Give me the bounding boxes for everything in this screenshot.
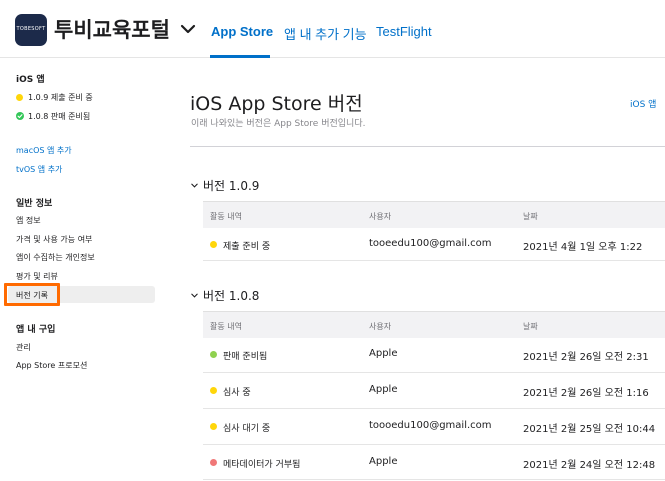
column-header-date: 날짜: [523, 212, 538, 221]
page-title: iOS App Store 버전: [190, 93, 363, 115]
activity-user: Apple: [369, 456, 398, 467]
table-row[interactable]: 판매 준비됨 Apple 2021년 2월 26일 오전 2:31: [203, 338, 665, 373]
sidebar-item-label: 1.0.8 판매 준비됨: [28, 112, 91, 121]
column-header-user: 사용자: [369, 212, 392, 221]
highlight-annotation-box: [4, 283, 60, 306]
green-check-icon: [16, 112, 24, 120]
sidebar-item-ratings-reviews[interactable]: 평가 및 리뷰: [16, 271, 58, 282]
version-label: 버전 1.0.9: [203, 179, 260, 193]
sidebar-heading-ios-app: iOS 앱: [16, 75, 45, 85]
column-header-activity: 활동 내역: [210, 322, 242, 331]
table-header: 활동 내역 사용자 날짜: [203, 311, 665, 338]
activity-status: 제출 준비 중: [223, 242, 271, 252]
sidebar-item-label: 1.0.9 제출 준비 중: [28, 93, 93, 102]
version-1-0-8-header[interactable]: 버전 1.0.8: [190, 287, 259, 304]
chevron-down-icon: [191, 293, 198, 298]
sidebar-item-version-1-0-8[interactable]: 1.0.8 판매 준비됨: [16, 111, 90, 122]
sidebar-item-version-1-0-9[interactable]: 1.0.9 제출 준비 중: [16, 92, 93, 103]
add-tvos-app-link[interactable]: tvOS 앱 추가: [16, 164, 62, 175]
red-dot-icon: [210, 459, 217, 466]
sidebar: iOS 앱 1.0.9 제출 준비 중 1.0.8 판매 준비됨 macOS 앱…: [0, 58, 170, 481]
sidebar-item-app-info[interactable]: 앱 정보: [16, 215, 41, 226]
active-tab-indicator: [210, 55, 270, 58]
activity-date: 2021년 2월 26일 오전 1:16: [523, 388, 649, 399]
sidebar-item-app-privacy[interactable]: 앱이 수집하는 개인정보: [16, 252, 95, 263]
activity-date: 2021년 2월 26일 오전 2:31: [523, 352, 649, 363]
divider: [190, 146, 665, 147]
yellow-dot-icon: [210, 423, 217, 430]
page-subtitle: 이래 나와있는 버전은 App Store 버전입니다.: [191, 119, 366, 129]
activity-status: 심사 대기 중: [223, 424, 271, 434]
tab-app-store[interactable]: App Store: [211, 24, 273, 39]
activity-user: tooeedu100@gmail.com: [369, 238, 492, 249]
top-header: TOBESOFT 투비교육포털 App Store 앱 내 추가 기능 Test…: [0, 0, 665, 58]
chevron-down-icon: [191, 183, 198, 188]
column-header-user: 사용자: [369, 322, 392, 331]
column-header-activity: 활동 내역: [210, 212, 242, 221]
activity-user: Apple: [369, 384, 398, 395]
app-icon[interactable]: TOBESOFT: [15, 14, 47, 46]
activity-status: 심사 중: [223, 388, 251, 398]
sidebar-item-app-store-promotion[interactable]: App Store 프로모션: [16, 360, 87, 371]
column-header-date: 날짜: [523, 322, 538, 331]
table-row[interactable]: 메타데이터가 거부됨 Apple 2021년 2월 24일 오전 12:48: [203, 445, 665, 480]
sidebar-item-pricing-availability[interactable]: 가격 및 사용 가능 여부: [16, 234, 92, 245]
yellow-dot-icon: [210, 241, 217, 248]
table-row[interactable]: 심사 중 Apple 2021년 2월 26일 오전 1:16: [203, 373, 665, 409]
version-1-0-9-header[interactable]: 버전 1.0.9: [190, 177, 259, 194]
chevron-down-icon[interactable]: [178, 19, 198, 39]
version-label: 버전 1.0.8: [203, 289, 260, 303]
ios-app-link[interactable]: iOS 앱: [630, 97, 656, 110]
add-macos-app-link[interactable]: macOS 앱 추가: [16, 145, 72, 156]
table-row[interactable]: 제출 준비 중 tooeedu100@gmail.com 2021년 4월 1일…: [203, 228, 665, 261]
sidebar-item-manage[interactable]: 관리: [16, 342, 31, 353]
activity-date: 2021년 2월 24일 오전 12:48: [523, 460, 656, 471]
app-name[interactable]: 투비교육포털: [54, 14, 170, 44]
table-header: 활동 내역 사용자 날짜: [203, 201, 665, 228]
activity-status: 판매 준비됨: [223, 352, 268, 362]
activity-date: 2021년 2월 25일 오전 10:44: [523, 424, 656, 435]
sidebar-heading-in-app-purchases: 앱 내 구입: [16, 325, 56, 335]
app-icon-logo-text: TOBESOFT: [16, 26, 46, 32]
tab-testflight[interactable]: TestFlight: [376, 24, 432, 39]
green-dot-icon: [210, 351, 217, 358]
table-row[interactable]: 심사 대기 중 toooedu100@gmail.com 2021년 2월 25…: [203, 409, 665, 445]
yellow-dot-icon: [210, 387, 217, 394]
activity-user: Apple: [369, 348, 398, 359]
tab-in-app-features[interactable]: 앱 내 추가 기능: [284, 24, 367, 43]
sidebar-heading-general-info: 일반 정보: [16, 199, 53, 209]
activity-status: 메타데이터가 거부됨: [223, 460, 301, 470]
yellow-dot-icon: [16, 94, 23, 101]
activity-date: 2021년 4월 1일 오후 1:22: [523, 242, 643, 253]
activity-user: toooedu100@gmail.com: [369, 420, 492, 431]
